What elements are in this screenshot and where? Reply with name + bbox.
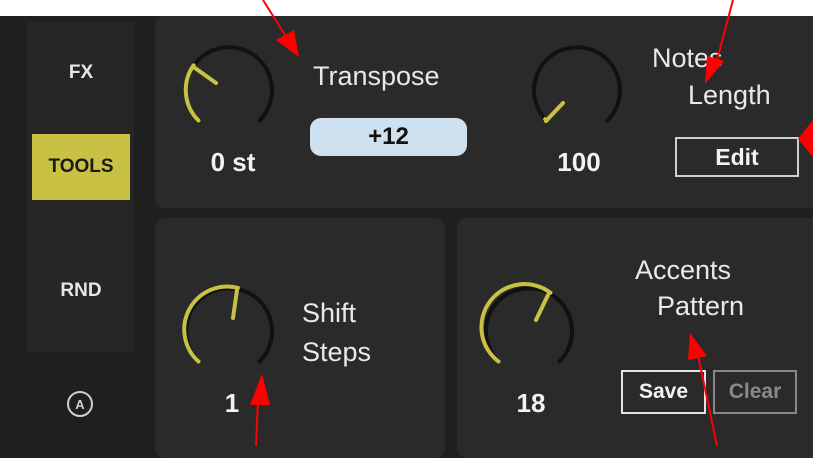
accents-pattern-title-line2: Pattern [657,291,745,321]
sidebar-tab-fx[interactable]: FX [32,40,130,106]
clear-button[interactable]: Clear [713,370,797,414]
notes-length-knob[interactable] [526,39,628,139]
transpose-pill[interactable]: +12 [310,118,467,156]
notes-length-title-line2: Length [688,80,771,110]
automation-icon[interactable]: A [67,391,93,417]
edit-button[interactable]: Edit [675,137,799,177]
accents-pattern-value: 18 [516,388,546,418]
shift-steps-title-line2: Steps [302,337,372,367]
top-strip [0,0,813,16]
save-button[interactable]: Save [621,370,706,414]
notes-length-value: 100 [557,147,601,177]
sidebar-tab-rnd[interactable]: RND [32,258,130,324]
accents-pattern-title-line1: Accents [635,255,732,285]
transpose-title: Transpose [313,61,440,91]
transpose-value: 0 st [210,147,256,177]
transpose-knob[interactable] [178,39,280,139]
notes-length-title-line1: Notes [652,43,723,73]
shift-steps-title-line1: Shift [302,298,357,328]
shift-steps-value: 1 [224,388,240,418]
shift-steps-knob[interactable] [178,280,280,380]
sidebar-tab-tools[interactable]: TOOLS [32,134,130,200]
accents-pattern-knob[interactable] [478,280,580,380]
